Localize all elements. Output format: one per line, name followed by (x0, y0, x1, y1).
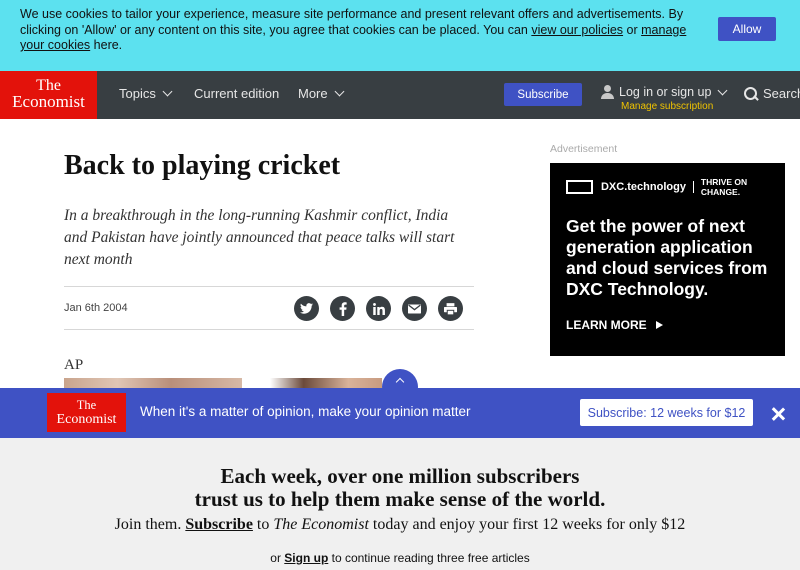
paywall-note: or Sign up to continue reading three fre… (0, 551, 800, 565)
nav-current-edition[interactable]: Current edition (194, 86, 279, 101)
paywall-note-or: or (270, 551, 285, 565)
paywall-sub-before: Join them. (114, 516, 186, 533)
sign-up-link[interactable]: Sign up (284, 551, 328, 565)
ad-brand: DXC.technology THRIVE ON CHANGE. (566, 177, 785, 197)
promo-subscribe-button[interactable]: Subscribe: 12 weeks for $12 (580, 399, 753, 426)
chevron-down-icon (162, 86, 173, 97)
paywall-subtext: Join them. Subscribe to The Economist to… (0, 516, 800, 534)
ad-headline: Get the power of next generation applica… (566, 216, 768, 299)
user-icon (601, 85, 614, 99)
search-label: Search (763, 86, 800, 101)
login-label: Log in or sign up (619, 85, 712, 99)
logo-line-1: The (76, 398, 97, 412)
paywall-brand: The Economist (273, 516, 369, 533)
share-linkedin[interactable] (366, 296, 391, 321)
advertisement-label: Advertisement (550, 143, 618, 155)
twitter-icon (300, 303, 313, 314)
divider (64, 329, 474, 330)
nav-more[interactable]: More (298, 86, 345, 101)
chevron-down-icon (334, 86, 345, 97)
paywall-headline: Each week, over one million subscribers … (0, 465, 800, 511)
paywall-headline-line-1: Each week, over one million subscribers (220, 464, 580, 488)
nav-more-label: More (298, 86, 328, 101)
cookie-text: We use cookies to tailor your experience… (20, 7, 690, 54)
paywall: Each week, over one million subscribers … (0, 438, 800, 570)
search-button[interactable]: Search (744, 86, 800, 101)
dxc-logo-icon (566, 180, 593, 194)
collapse-promo-button[interactable] (382, 369, 418, 405)
cookie-text-after: here. (90, 38, 123, 52)
divider (64, 286, 474, 287)
manage-subscription-link[interactable]: Manage subscription (621, 101, 713, 112)
economist-logo: The Economist (47, 393, 126, 432)
paywall-subscribe-link[interactable]: Subscribe (185, 516, 253, 533)
logo-line-2: Economist (12, 92, 85, 111)
site-header: The Economist Topics Current edition Mor… (0, 71, 800, 119)
view-policies-link[interactable]: view our policies (531, 23, 623, 37)
share-email[interactable] (402, 296, 427, 321)
page: We use cookies to tailor your experience… (0, 0, 800, 570)
promo-text: When it's a matter of opinion, make your… (140, 404, 471, 419)
photo-credit: AP (64, 357, 84, 373)
paywall-sub-to: to (252, 516, 274, 533)
nav-topics[interactable]: Topics (119, 86, 173, 101)
close-icon[interactable] (771, 407, 785, 421)
article-date: Jan 6th 2004 (64, 302, 128, 314)
chevron-up-icon (395, 377, 405, 387)
logo-line-2: Economist (56, 412, 117, 427)
paywall-note-after: to continue reading three free articles (328, 551, 530, 565)
cookie-banner: We use cookies to tailor your experience… (0, 0, 800, 71)
article-title: Back to playing cricket (64, 150, 341, 181)
play-arrow-icon (655, 321, 663, 329)
cookie-text-or: or (623, 22, 642, 37)
search-icon (744, 86, 758, 101)
header-subscribe-button[interactable]: Subscribe (504, 83, 582, 106)
ad-tagline: THRIVE ON CHANGE. (700, 177, 748, 197)
ad-separator (692, 181, 694, 193)
facebook-icon (339, 301, 347, 316)
ad-cta-label: LEARN MORE (566, 318, 647, 332)
linkedin-icon (372, 302, 385, 315)
ad-brand-name: DXC.technology (600, 181, 686, 193)
advertisement[interactable]: DXC.technology THRIVE ON CHANGE. Get the… (550, 163, 785, 356)
chevron-down-icon (717, 85, 728, 95)
paywall-sub-after: today and enjoy your first 12 weeks for … (368, 516, 686, 533)
share-facebook[interactable] (330, 296, 355, 321)
email-icon (408, 303, 421, 314)
article-subtitle: In a breakthrough in the long-running Ka… (64, 207, 455, 268)
login-menu[interactable]: Log in or sign up (601, 85, 728, 99)
allow-cookies-button[interactable]: Allow (718, 17, 776, 41)
nav-topics-label: Topics (119, 86, 156, 101)
share-print[interactable] (438, 296, 463, 321)
share-twitter[interactable] (294, 296, 319, 321)
ad-learn-more[interactable]: LEARN MORE (566, 318, 663, 332)
print-icon (444, 302, 457, 315)
economist-logo[interactable]: The Economist (0, 71, 97, 119)
nav-current-edition-label: Current edition (194, 86, 280, 101)
paywall-headline-line-2: trust us to help them make sense of the … (194, 487, 606, 511)
